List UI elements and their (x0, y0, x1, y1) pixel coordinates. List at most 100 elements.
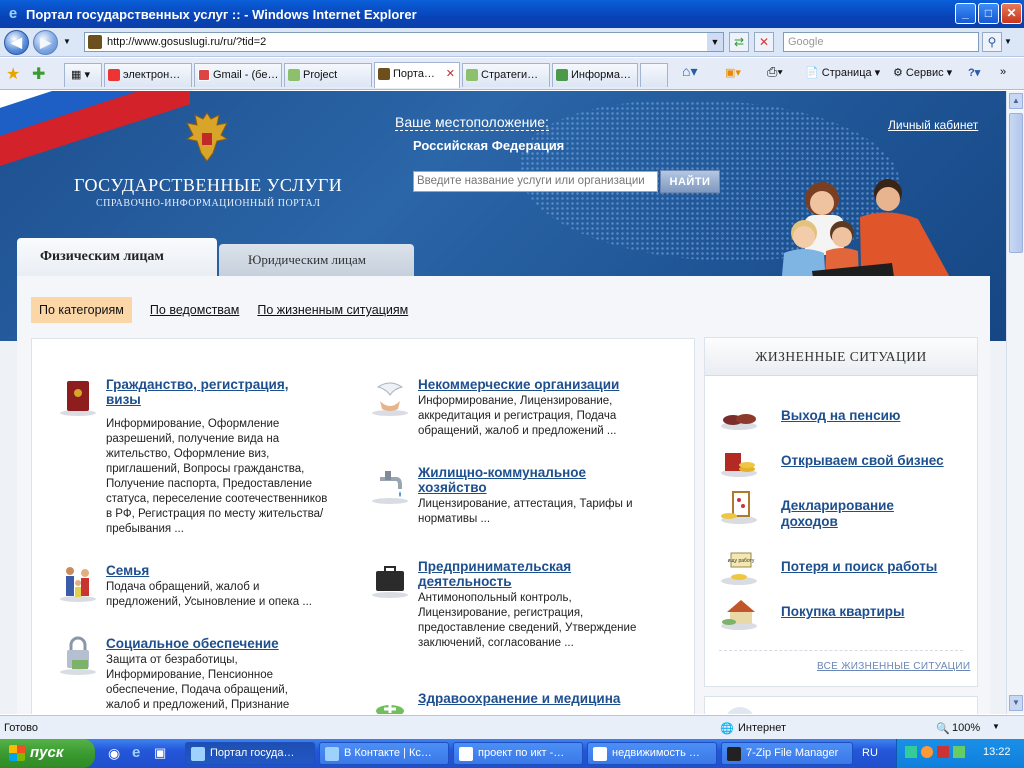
new-tab-button[interactable] (640, 63, 668, 87)
search-input[interactable]: Google (783, 32, 979, 52)
tray-agent-icon[interactable] (921, 746, 933, 758)
address-dropdown-icon[interactable]: ▼ (707, 33, 723, 51)
language-indicator[interactable]: RU (862, 747, 878, 759)
location-selector[interactable]: Ваше местоположение: (395, 114, 549, 131)
system-tray: 13:22 (896, 739, 1024, 768)
refresh-icon[interactable]: ⇄ (729, 32, 749, 52)
abacus-coins-icon (721, 491, 757, 524)
security-zone: Интернет (738, 722, 786, 734)
internet-zone-icon: 🌐 (720, 723, 734, 735)
address-field[interactable]: http://www.gosuslugi.ru/ru/?tid=2 ▼ (84, 32, 724, 52)
category-title[interactable]: Здравоохранение и медицина (418, 691, 658, 706)
close-button[interactable]: ✕ (1001, 3, 1022, 24)
tab-yandex[interactable]: электрон… (104, 63, 192, 87)
russian-flag-icon (0, 91, 190, 181)
taskbar-item-portal[interactable]: Портал госуда… (185, 742, 315, 765)
service-search-input[interactable]: Введите название услуги или организации (413, 171, 658, 192)
portal-subtitle: СПРАВОЧНО-ИНФОРМАЦИОННЫЙ ПОРТАЛ (96, 198, 321, 209)
tray-app-icon[interactable] (953, 746, 965, 758)
address-bar-row: ◀ ▶ ▼ http://www.gosuslugi.ru/ru/?tid=2 … (0, 28, 1024, 57)
life-item-label: Потеря и поиск работы (781, 559, 938, 574)
print-icon[interactable]: ⎙▾ (767, 64, 783, 80)
back-button[interactable]: ◀ (4, 30, 29, 55)
personal-cabinet-link[interactable]: Личный кабинет (888, 118, 978, 132)
category-title[interactable]: Некоммерческие организации (418, 377, 658, 392)
category-title[interactable]: Предпринимательская деятельность (418, 559, 658, 589)
favorites-star-icon[interactable]: ★ (6, 64, 20, 84)
category-title[interactable]: Гражданство, регистрация, визы (106, 377, 316, 407)
tab-portal[interactable]: Порта… ✕ (374, 62, 460, 88)
scrollbar-thumb[interactable] (1009, 113, 1023, 253)
subnav: По категориям По ведомствам По жизненным… (31, 296, 426, 324)
tray-network-icon[interactable] (905, 746, 917, 758)
windows-logo-icon (9, 745, 25, 761)
taskbar-item-word-realty[interactable]: недвижимость … (587, 742, 717, 765)
taskbar-item-word-project[interactable]: проект по икт -… (453, 742, 583, 765)
quick-tabs-button[interactable]: ▦ ▾ (64, 63, 102, 87)
vertical-scrollbar[interactable]: ▲ ▼ (1006, 91, 1024, 714)
add-favorites-icon[interactable]: ✚ (32, 64, 45, 84)
page-menu[interactable]: 📄 Страница ▾ (805, 66, 880, 79)
tools-menu[interactable]: ⚙ Сервис ▾ (893, 66, 952, 79)
tab-individuals[interactable]: Физическим лицам (17, 238, 217, 276)
search-button[interactable]: НАЙТИ (660, 170, 720, 193)
globe-icon (725, 707, 755, 714)
job-search-sign-icon: ищу работу (721, 552, 757, 585)
life-item-label: Открываем свой бизнес (781, 453, 944, 468)
category-title[interactable]: Семья (106, 563, 316, 578)
stop-icon[interactable]: ✕ (754, 32, 774, 52)
job-sign-text: ищу работу (728, 558, 755, 564)
desktop-icon[interactable]: ▣ (154, 745, 166, 761)
category-description: Лицензирование, аттестация, Тарифы и нор… (418, 498, 633, 525)
taskbar-item-label: недвижимость … (612, 747, 700, 759)
clock[interactable]: 13:22 (983, 746, 1011, 758)
minimize-button[interactable]: _ (955, 3, 976, 24)
category-description: Подача обращений, жалоб и предложений, У… (106, 581, 312, 608)
chevron-right-icon[interactable]: » (1000, 66, 1006, 78)
window-title: Портал государственных услуг :: - Window… (26, 6, 417, 22)
feeds-icon[interactable]: ▣▾ (725, 66, 741, 79)
maximize-button[interactable]: □ (978, 3, 999, 24)
scroll-up-icon[interactable]: ▲ (1009, 93, 1023, 109)
zoom-dropdown-icon[interactable]: ▼ (992, 722, 1000, 731)
taskbar-item-7zip[interactable]: 7-Zip File Manager (721, 742, 853, 765)
subnav-by-life-situation[interactable]: По жизненным ситуациям (257, 303, 408, 317)
house-icon (721, 600, 757, 630)
category-title[interactable]: Социальное обеспечение (106, 636, 316, 651)
subnav-by-category[interactable]: По категориям (31, 297, 132, 323)
start-button[interactable]: пуск (0, 739, 95, 768)
tab-info[interactable]: Информа… (552, 63, 638, 87)
next-panel (704, 696, 978, 714)
forward-button[interactable]: ▶ (33, 30, 58, 55)
location-value: Российская Федерация (413, 138, 565, 153)
tab-project[interactable]: Project (284, 63, 372, 87)
life-situations-panel: ЖИЗНЕННЫЕ СИТУАЦИИ Выход на пенсию Откры… (704, 337, 978, 687)
tab-legal-entities[interactable]: Юридическим лицам (219, 244, 414, 276)
briefcase-icon (372, 566, 408, 598)
tools-menu-label: Сервис (905, 67, 944, 79)
media-player-icon[interactable]: ◉ (108, 745, 120, 762)
help-icon[interactable]: ?▾ (968, 66, 980, 79)
all-life-situations-link[interactable]: ВСЕ ЖИЗНЕННЫЕ СИТУАЦИИ (817, 661, 970, 672)
scroll-down-icon[interactable]: ▼ (1009, 695, 1023, 711)
start-label: пуск (30, 744, 64, 761)
category-title[interactable]: Жилищно-коммунальное хозяйство (418, 465, 658, 495)
tab-strategy[interactable]: Стратеги… (462, 63, 550, 87)
portal-title: ГОСУДАРСТВЕННЫЕ УСЛУГИ (74, 175, 343, 195)
subnav-by-agency[interactable]: По ведомствам (150, 303, 239, 317)
tab-gmail[interactable]: Gmail - (бе… (194, 63, 282, 87)
search-go-icon[interactable]: ⚲ (982, 32, 1002, 52)
tray-security-icon[interactable] (937, 746, 949, 758)
project-icon (288, 69, 300, 81)
ie-icon: e (8, 5, 18, 22)
home-icon[interactable]: ⌂▾ (682, 63, 697, 80)
medical-icon (376, 705, 404, 714)
ie-quicklaunch-icon[interactable]: e (132, 744, 140, 761)
life-item-label: Выход на пенсию (781, 408, 901, 423)
history-dropdown-icon[interactable]: ▼ (63, 37, 71, 46)
zoom-level[interactable]: 100% (952, 722, 980, 734)
page-icon (556, 69, 568, 81)
search-options-icon[interactable]: ▼ (1004, 37, 1012, 46)
close-tab-icon[interactable]: ✕ (446, 63, 455, 85)
taskbar-item-vkontakte[interactable]: В Контакте | Кс… (319, 742, 449, 765)
